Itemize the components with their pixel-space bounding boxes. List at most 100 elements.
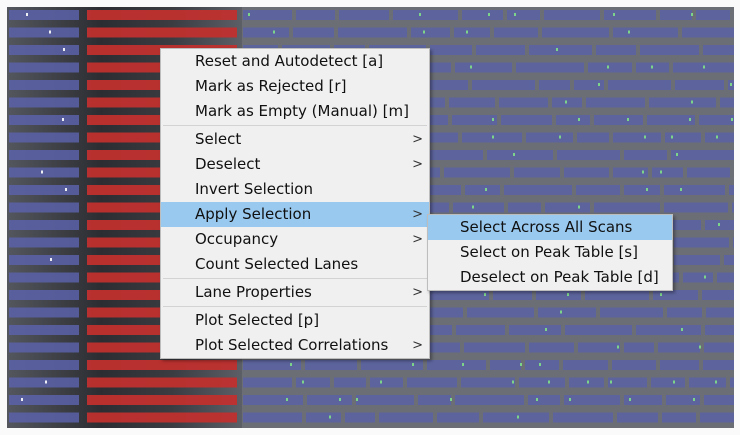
lane-segment [536,290,581,300]
lane-segment [565,325,632,335]
lane-segment [466,30,468,34]
menu-item-label: Select on Peak Table [s] [460,243,638,261]
lane-segment [412,363,414,366]
lane-segment [538,307,596,318]
menu-item-select[interactable]: Select > [161,127,429,152]
lane-segment [492,118,494,121]
lane-segment [653,290,698,300]
lane-segment [509,325,561,335]
submenu-item-select-across-all-scans[interactable]: Select Across All Scans [428,215,672,240]
lane-segment [243,412,302,423]
lane-segment [528,395,560,405]
lane-segment [493,290,532,300]
menu-item-label: Apply Selection [195,205,312,223]
menu-separator [163,306,427,307]
lane-segment [624,185,660,195]
lane-segment [651,377,685,388]
lane-segment [243,395,303,405]
lane-segment [671,150,734,160]
lane-segment [577,132,609,143]
lane-segment [660,360,699,370]
lane-segment [9,202,79,213]
lane-segment [664,202,728,213]
lane-segment [664,185,725,195]
lane-segment [624,342,654,353]
menu-item-count-selected-lanes[interactable]: Count Selected Lanes [161,252,429,277]
lane-segment [9,80,79,90]
lane-segment [45,380,47,384]
menu-item-mark-rejected[interactable]: Mark as Rejected [r] [161,74,429,99]
lane-segment [556,48,558,51]
menu-item-apply-selection[interactable]: Apply Selection > [161,202,429,227]
lane-segment [517,415,519,419]
lane-segment [501,115,552,125]
menu-item-lane-properties[interactable]: Lane Properties > [161,280,429,305]
lane-segment [578,118,580,121]
menu-item-occupancy[interactable]: Occupancy > [161,227,429,252]
lane-segment [423,30,425,34]
lane-segment [9,185,79,195]
lane-segment [430,45,472,55]
lane-segment [700,412,734,423]
lane-segment [675,80,724,90]
lane-segment [504,185,572,195]
lane-segment [273,30,275,34]
menu-item-plot-selected-correlations[interactable]: Plot Selected Correlations > [161,333,429,358]
lane-segment [339,398,341,401]
lane-segment [662,412,696,423]
lane-segment [578,205,580,209]
lane-segment [339,10,389,20]
lane-segment [569,398,571,401]
lane-segment [704,395,734,405]
lane-segment [514,13,516,16]
lane-segment [87,360,237,370]
lane-segment [306,412,341,423]
lane-segment [689,118,691,121]
lane-segment [613,27,678,38]
lane-segment [296,377,330,388]
lane-segment [529,45,592,55]
lane-segment [465,185,500,195]
menu-item-mark-empty[interactable]: Mark as Empty (Manual) [m] [161,99,429,124]
submenu-item-deselect-on-peak-table[interactable]: Deselect on Peak Table [d] [428,265,672,290]
lane-segment [455,62,512,73]
menu-item-label: Plot Selected [p] [195,311,320,329]
lane-segment [676,153,678,156]
lane-segment [296,10,335,20]
lane-segment [9,10,79,20]
lane-segment [674,237,729,248]
lane-segment [9,220,79,230]
lane-segment [243,10,292,20]
menu-item-reset-autodetect[interactable]: Reset and Autodetect [a] [161,49,429,74]
lane-segment [427,360,486,370]
lane-segment [587,380,589,384]
lane-segment [545,328,547,331]
lane-segment [691,100,693,104]
lane-segment [733,237,734,248]
lane-segment [419,13,421,16]
menu-item-plot-selected[interactable]: Plot Selected [p] [161,308,429,333]
lane-segment [604,10,656,20]
lane-segment [600,307,663,318]
lane-segment [548,380,550,384]
lane-segment [293,27,334,38]
submenu-item-select-on-peak-table[interactable]: Select on Peak Table [s] [428,240,672,265]
lane-segment [9,167,79,178]
menu-separator [163,125,427,126]
lane-segment [627,118,629,121]
lane-segment [87,377,237,388]
lane-segment [9,255,79,265]
menu-item-deselect[interactable]: Deselect > [161,152,429,177]
lane-segment [617,345,619,349]
menu-item-invert-selection[interactable]: Invert Selection [161,177,429,202]
lane-segment [702,290,734,300]
lane-segment [50,258,52,261]
lane-segment [563,360,608,370]
lane-segment [290,363,292,366]
lane-segment [9,27,79,38]
lane-segment [485,188,487,191]
lane-segment [9,132,79,143]
lane-segment [559,135,561,139]
submenu-arrow-icon: > [412,338,423,353]
lane-segment [455,395,524,405]
